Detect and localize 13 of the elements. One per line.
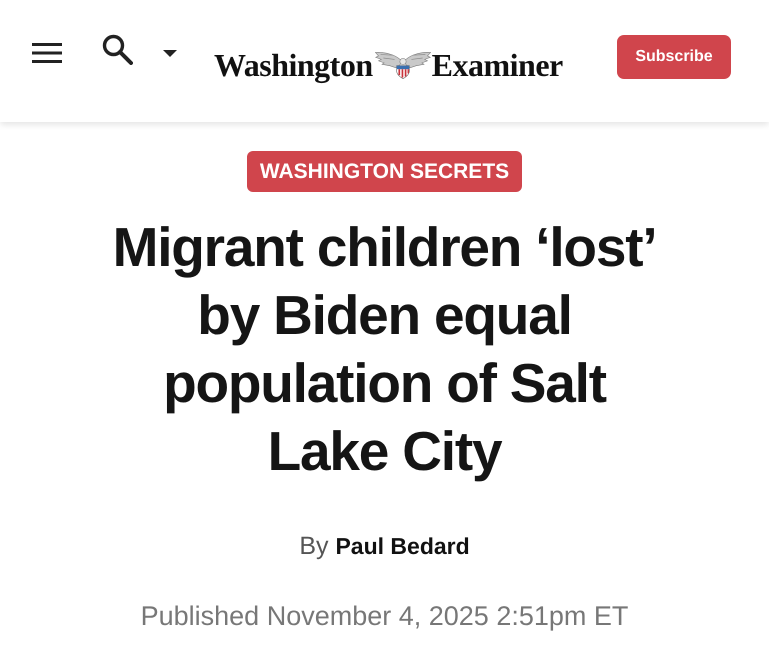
publish-date: Published November 4, 2025 2:51pm ET [140, 601, 628, 631]
caret-icon [163, 50, 177, 56]
dropdown-button[interactable] [163, 50, 177, 56]
menu-icon [32, 43, 62, 63]
search-icon [102, 34, 133, 64]
subscribe-button[interactable]: Subscribe [617, 35, 731, 79]
search-button[interactable] [102, 34, 133, 64]
logo-link[interactable]: Washington Examiner [214, 49, 563, 85]
category-tag[interactable]: WASHINGTON SECRETS [246, 151, 522, 192]
menu-button[interactable] [32, 43, 62, 63]
headline: Migrant children ‘lost’ by Biden equal population of Salt Lake City [112, 215, 658, 484]
byline: By Paul Bedard [299, 531, 470, 561]
eagle-icon [374, 51, 431, 79]
